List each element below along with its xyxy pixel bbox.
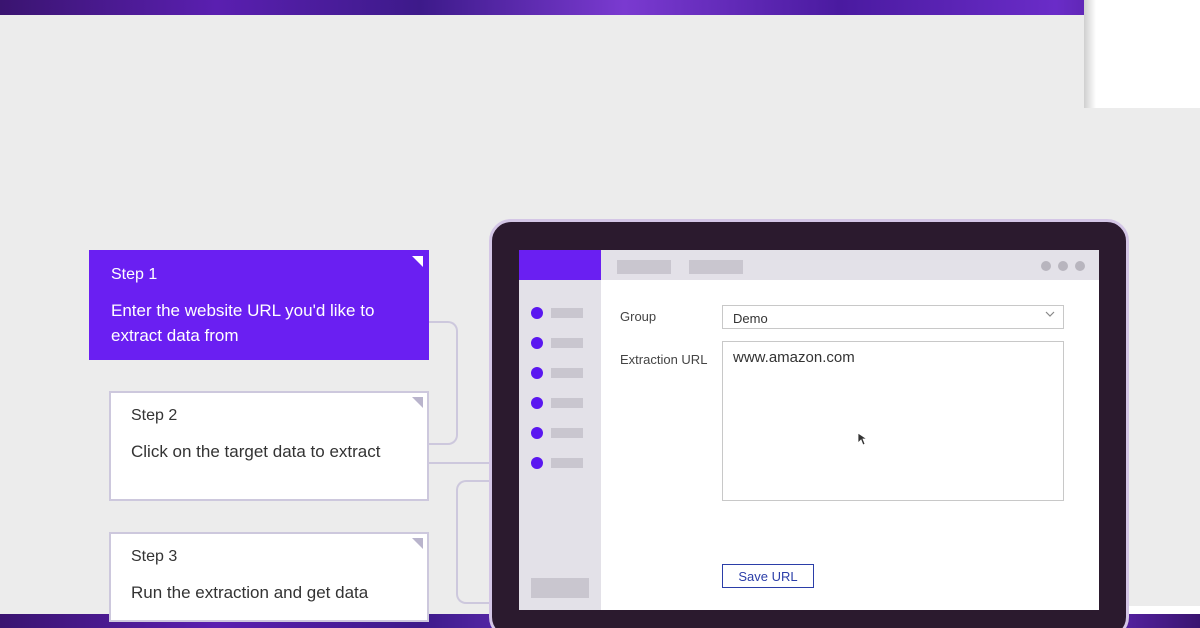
app-screen: Group Demo Extraction URL www.amazon.com…: [519, 250, 1099, 610]
sidebar-item[interactable]: [531, 367, 591, 379]
step-1-description: Enter the website URL you'd like to extr…: [111, 301, 375, 345]
topbar-tab-placeholder[interactable]: [617, 260, 671, 274]
sidebar-item[interactable]: [531, 427, 591, 439]
sidebar-item-placeholder: [551, 338, 583, 348]
extraction-url-value: www.amazon.com: [733, 349, 855, 366]
sidebar-item[interactable]: [531, 337, 591, 349]
extraction-url-field[interactable]: www.amazon.com: [722, 341, 1064, 501]
connector-step-1: [429, 321, 458, 445]
step-2-card[interactable]: Step 2 Click on the target data to extra…: [109, 391, 429, 501]
window-dot-icon[interactable]: [1058, 261, 1068, 271]
top-decorative-band: [0, 0, 1200, 15]
window-dot-icon[interactable]: [1075, 261, 1085, 271]
step-1-card[interactable]: Step 1 Enter the website URL you'd like …: [89, 250, 429, 360]
save-url-button[interactable]: Save URL: [722, 564, 814, 588]
group-select[interactable]: Demo: [722, 305, 1064, 329]
corner-fold-icon: [412, 256, 423, 267]
sidebar-item-placeholder: [551, 308, 583, 318]
app-topbar: [601, 250, 1099, 280]
corner-fold-icon: [412, 397, 423, 408]
top-right-panel: [1084, 0, 1200, 108]
sidebar-item-placeholder: [551, 428, 583, 438]
bullet-icon: [531, 397, 543, 409]
bullet-icon: [531, 337, 543, 349]
sidebar-item-placeholder: [551, 458, 583, 468]
step-1-title: Step 1: [111, 266, 158, 283]
step-3-title: Step 3: [131, 548, 178, 565]
sidebar-item-placeholder: [551, 368, 583, 378]
sidebar-item-placeholder: [551, 398, 583, 408]
window-dot-icon[interactable]: [1041, 261, 1051, 271]
sidebar-footer-placeholder[interactable]: [531, 578, 589, 598]
step-3-description: Run the extraction and get data: [131, 583, 369, 602]
topbar-tab-placeholder[interactable]: [689, 260, 743, 274]
sidebar-item[interactable]: [531, 397, 591, 409]
corner-fold-icon: [412, 538, 423, 549]
step-2-description: Click on the target data to extract: [131, 442, 381, 461]
connector-step-3: [456, 480, 489, 604]
app-sidebar: [519, 250, 601, 610]
chevron-down-icon: [1045, 309, 1055, 322]
group-label: Group: [620, 309, 657, 324]
sidebar-header: [519, 250, 601, 280]
bullet-icon: [531, 457, 543, 469]
extraction-url-label: Extraction URL: [620, 352, 708, 367]
sidebar-item[interactable]: [531, 457, 591, 469]
step-2-title: Step 2: [131, 407, 178, 424]
mouse-cursor-icon: [857, 432, 869, 446]
group-select-value: Demo: [733, 311, 768, 326]
sidebar-item[interactable]: [531, 307, 591, 319]
connector-step-2: [429, 462, 491, 464]
bullet-icon: [531, 427, 543, 439]
bullet-icon: [531, 367, 543, 379]
bullet-icon: [531, 307, 543, 319]
step-3-card[interactable]: Step 3 Run the extraction and get data: [109, 532, 429, 622]
